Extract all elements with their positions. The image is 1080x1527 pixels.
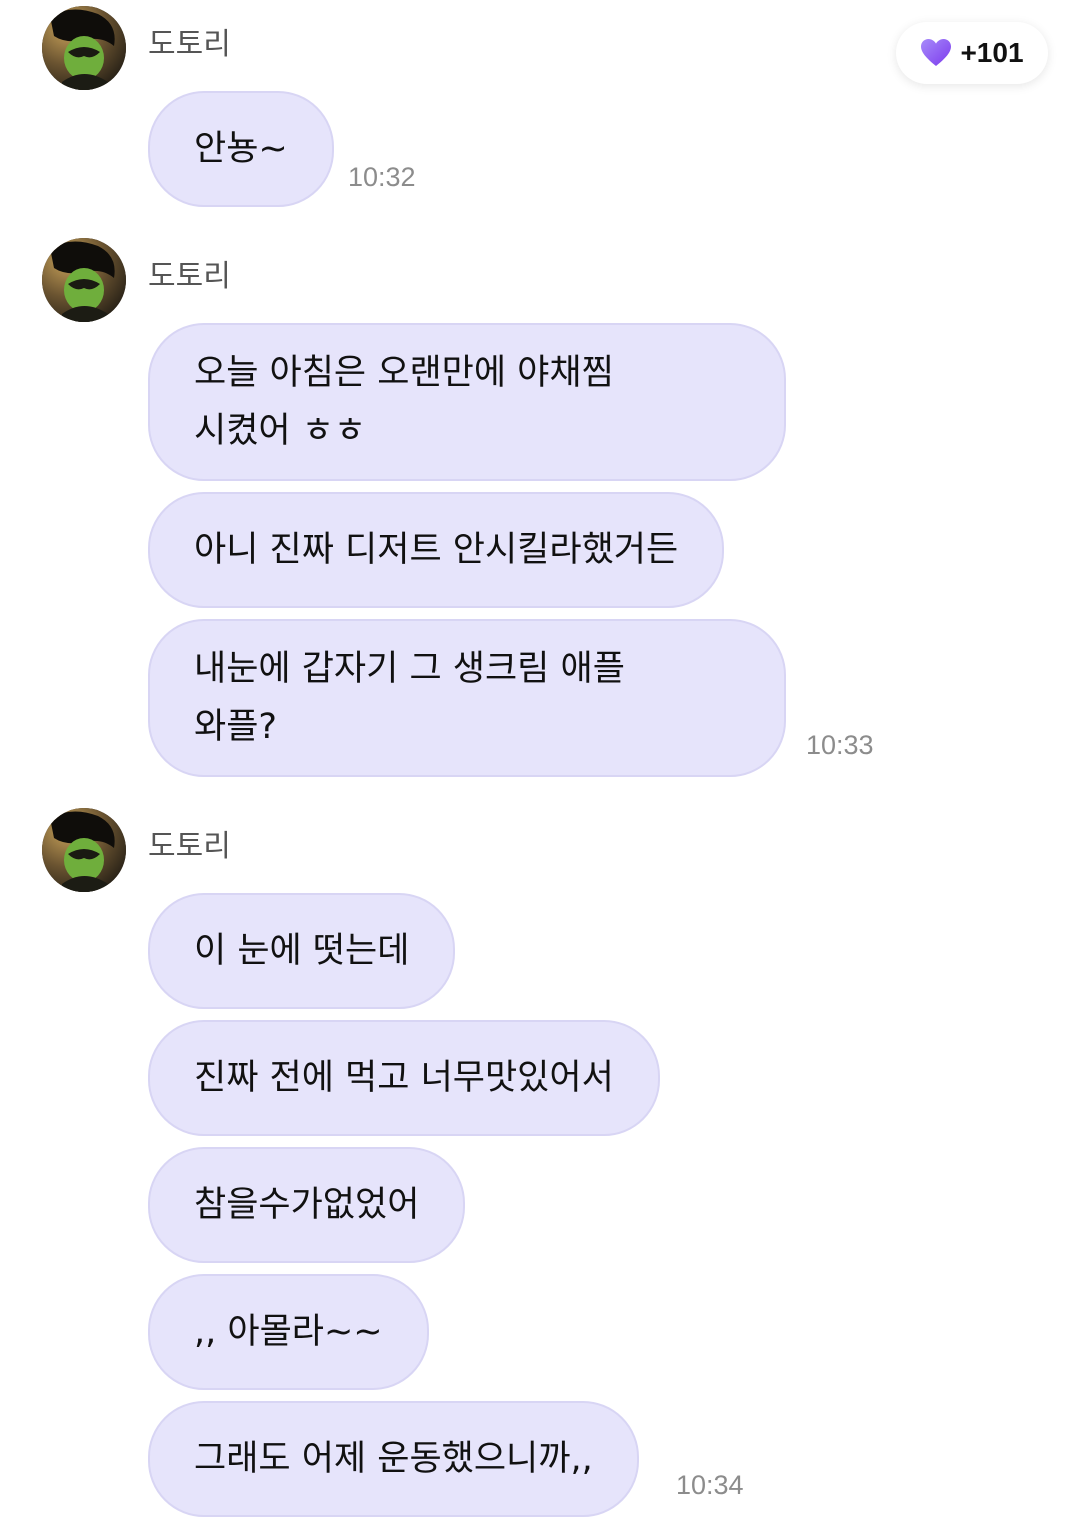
message-bubble[interactable]: 오늘 아침은 오랜만에 야채찜 시켰어 ㅎㅎ (148, 323, 786, 481)
message-bubble[interactable]: 참을수가없었어 (148, 1147, 466, 1263)
message-time: 10:34 (676, 1470, 744, 1500)
message-bubble[interactable]: 아니 진짜 디저트 안시킬라했거든 (148, 492, 725, 608)
message-time: 10:32 (348, 162, 416, 192)
sender-name: 도토리 (148, 259, 231, 294)
message-bubble[interactable]: 내눈에 갑자기 그 생크림 애플 와플? (148, 619, 786, 777)
purple-heart-icon (920, 38, 952, 68)
message-bubble[interactable]: 그래도 어제 운동했으니까,, (148, 1401, 639, 1517)
sender-name: 도토리 (148, 829, 231, 864)
avatar[interactable] (42, 238, 126, 322)
message-time: 10:33 (806, 730, 874, 760)
message-bubble[interactable]: 안뇽~ (148, 91, 334, 207)
like-badge[interactable]: +101 (896, 22, 1048, 84)
avatar[interactable] (42, 808, 126, 892)
message-bubble[interactable]: 진짜 전에 먹고 너무맛있어서 (148, 1020, 660, 1136)
sender-name: 도토리 (148, 27, 231, 62)
avatar[interactable] (42, 6, 126, 90)
like-count: +101 (960, 37, 1024, 68)
message-bubble[interactable]: 이 눈에 떳는데 (148, 893, 456, 1009)
message-bubble[interactable]: ,, 아몰라~~ (148, 1274, 429, 1390)
